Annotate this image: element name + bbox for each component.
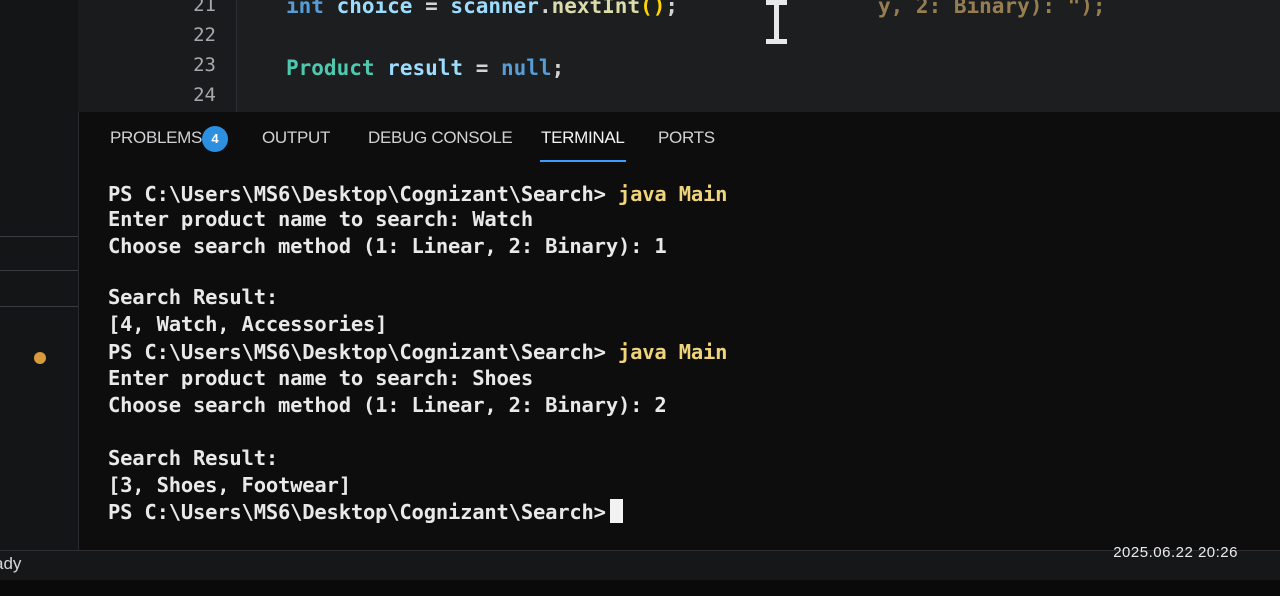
terminal-prompt: PS C:\Users\MS6\Desktop\Cognizant\Search… [108,340,606,364]
code-token: ; [665,0,679,18]
terminal-output-line: Choose search method (1: Linear, 2: Bina… [108,393,667,417]
panel-tab-bar: PROBLEMS 4 OUTPUT DEBUG CONSOLE TERMINAL… [78,118,1280,166]
terminal-prompt: PS C:\Users\MS6\Desktop\Cognizant\Search… [108,500,606,524]
text-cursor-icon [766,0,787,46]
code-token: = [475,56,489,80]
terminal-output-line: Search Result: [108,285,278,309]
status-bar: ady [0,550,1280,581]
tab-ports[interactable]: PORTS [658,128,715,148]
problems-count-badge: 4 [202,126,228,152]
line-number: 22 [193,24,216,46]
terminal-cursor[interactable] [609,499,623,523]
code-editor[interactable]: 21 22 23 24 int choice = scanner.nextInt… [78,0,1280,112]
code-token: choice [336,0,413,18]
terminal-output-line: Search Result: [108,446,278,470]
code-token: null [501,56,552,80]
sidebar-divider [0,270,78,271]
modified-dot-icon [34,352,46,364]
terminal-prompt-line: PS C:\Users\MS6\Desktop\Cognizant\Search… [108,340,727,364]
code-token: int [286,0,324,18]
terminal-panel[interactable]: PS C:\Users\MS6\Desktop\Cognizant\Search… [78,166,1280,550]
code-token: = [425,0,438,18]
terminal-command: java Main [617,340,728,364]
terminal-output-line: [3, Shoes, Footwear] [108,473,351,497]
activity-sidebar [0,0,79,550]
line-number: 24 [193,84,216,106]
sidebar-divider [0,236,78,237]
terminal-prompt-line: PS C:\Users\MS6\Desktop\Cognizant\Search… [108,499,623,524]
code-line-21[interactable]: int choice = scanner.nextInt(); [286,0,678,18]
terminal-command: java Main [617,182,728,206]
code-token: scanner [450,0,539,18]
line-number: 21 [193,0,216,16]
terminal-output-line: [4, Watch, Accessories] [108,312,388,336]
code-token: nextInt [551,0,641,18]
code-token: . [538,0,552,18]
code-token: ; [551,56,565,80]
tab-problems[interactable]: PROBLEMS [110,128,202,148]
code-fragment: y, 2: Binary): "); [878,0,1106,18]
code-token: Product [286,56,375,80]
terminal-output-line: Enter product name to search: Watch [108,207,533,231]
sidebar-divider [0,306,78,307]
tab-output[interactable]: OUTPUT [262,128,330,148]
terminal-prompt-line: PS C:\Users\MS6\Desktop\Cognizant\Search… [108,182,727,206]
line-number-gutter: 21 22 23 24 [78,0,237,112]
terminal-output-line: Enter product name to search: Shoes [108,366,533,390]
tab-debug-console[interactable]: DEBUG CONSOLE [368,128,513,148]
status-text: ady [0,554,22,573]
photo-timestamp: 2025.06.22 20:26 [1113,544,1238,561]
code-line-23[interactable]: Product result = null; [286,56,564,80]
line-number: 23 [193,54,216,76]
screen-bezel [0,580,1280,596]
terminal-prompt: PS C:\Users\MS6\Desktop\Cognizant\Search… [108,182,606,206]
code-token: () [640,0,666,18]
active-tab-indicator [540,160,626,162]
code-token: result [387,56,464,80]
tab-terminal[interactable]: TERMINAL [541,128,625,148]
terminal-output-line: Choose search method (1: Linear, 2: Bina… [108,234,667,258]
